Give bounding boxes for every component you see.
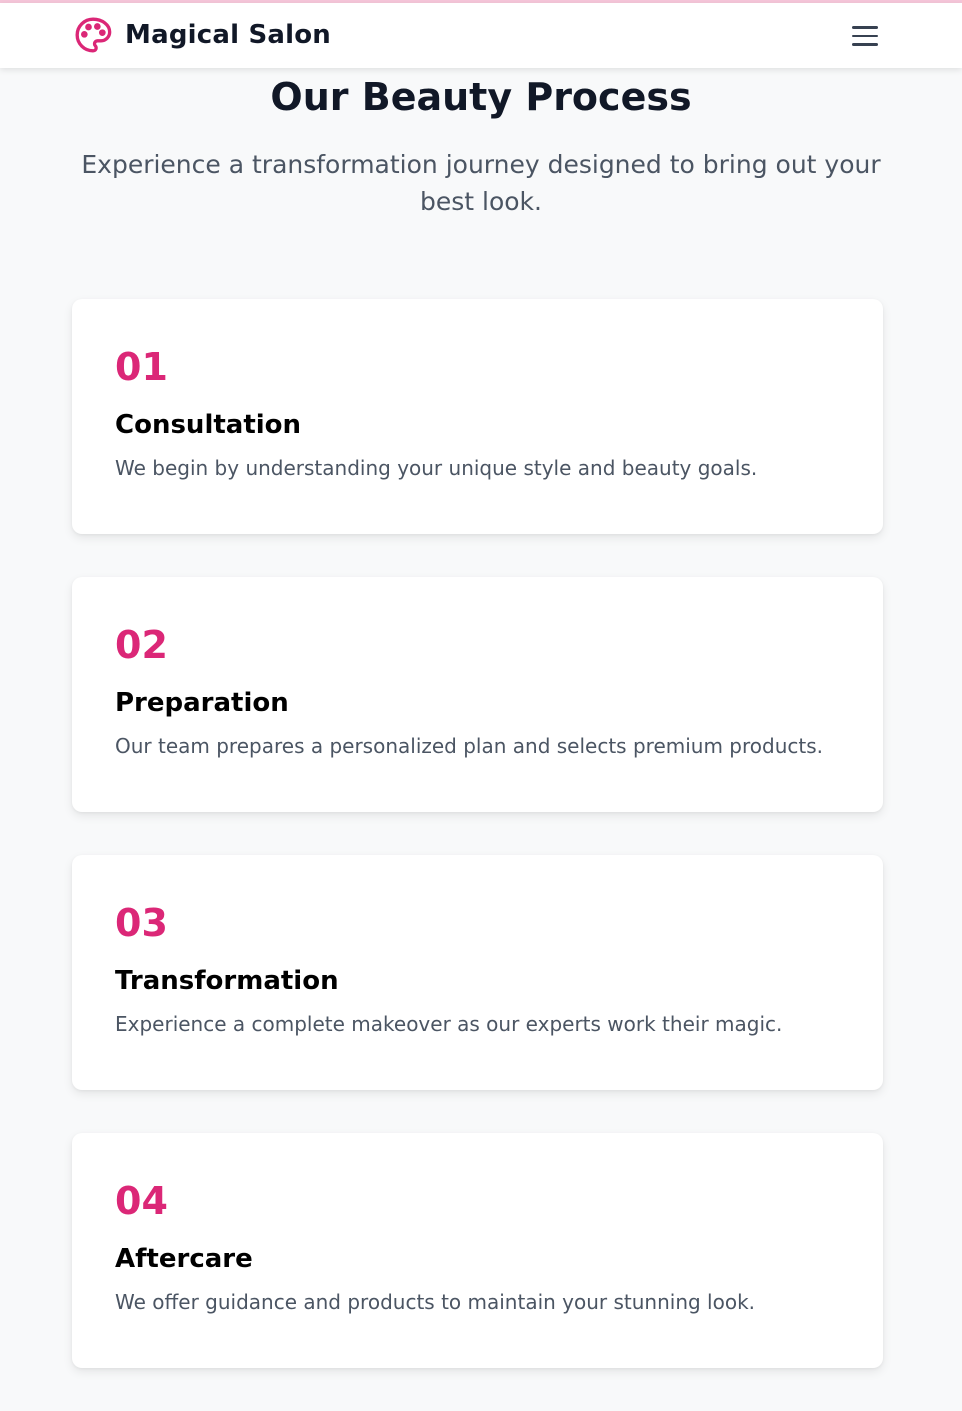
process-hero: Our Beauty Process Experience a transfor…: [0, 68, 962, 220]
step-number: 01: [115, 345, 168, 389]
step-number: 04: [115, 1179, 168, 1223]
step-number: 02: [115, 623, 168, 667]
step-title: Aftercare: [115, 1244, 253, 1274]
step-card-aftercare: 04 Aftercare We offer guidance and produ…: [72, 1133, 883, 1368]
hamburger-menu-icon-line-bottom: [852, 43, 878, 46]
step-description: We begin by understanding your unique st…: [115, 456, 758, 480]
process-steps: 01 Consultation We begin by understandin…: [72, 299, 883, 1411]
page-title: Our Beauty Process: [270, 75, 692, 119]
step-title: Consultation: [115, 410, 302, 440]
navbar: Magical Salon: [0, 3, 962, 68]
step-title: Preparation: [115, 688, 289, 718]
step-card-preparation: 02 Preparation Our team prepares a perso…: [72, 577, 883, 812]
hamburger-menu-icon-line-top: [852, 26, 878, 29]
step-card-consultation: 01 Consultation We begin by understandin…: [72, 299, 883, 534]
brand-name: Magical Salon: [125, 20, 332, 50]
step-title: Transformation: [115, 966, 339, 996]
step-description: We offer guidance and products to mainta…: [115, 1290, 756, 1314]
hamburger-menu-icon-line-middle: [852, 34, 878, 38]
step-number: 03: [115, 901, 168, 945]
step-description: Our team prepares a personalized plan an…: [115, 734, 823, 758]
brand-link[interactable]: Magical Salon: [73, 15, 331, 55]
step-card-transformation: 03 Transformation Experience a complete …: [72, 855, 883, 1090]
menu-button[interactable]: [852, 23, 880, 49]
palette-icon: [75, 17, 112, 53]
page-subtitle: Experience a transformation journey desi…: [81, 150, 881, 216]
step-description: Experience a complete makeover as our ex…: [115, 1012, 783, 1036]
